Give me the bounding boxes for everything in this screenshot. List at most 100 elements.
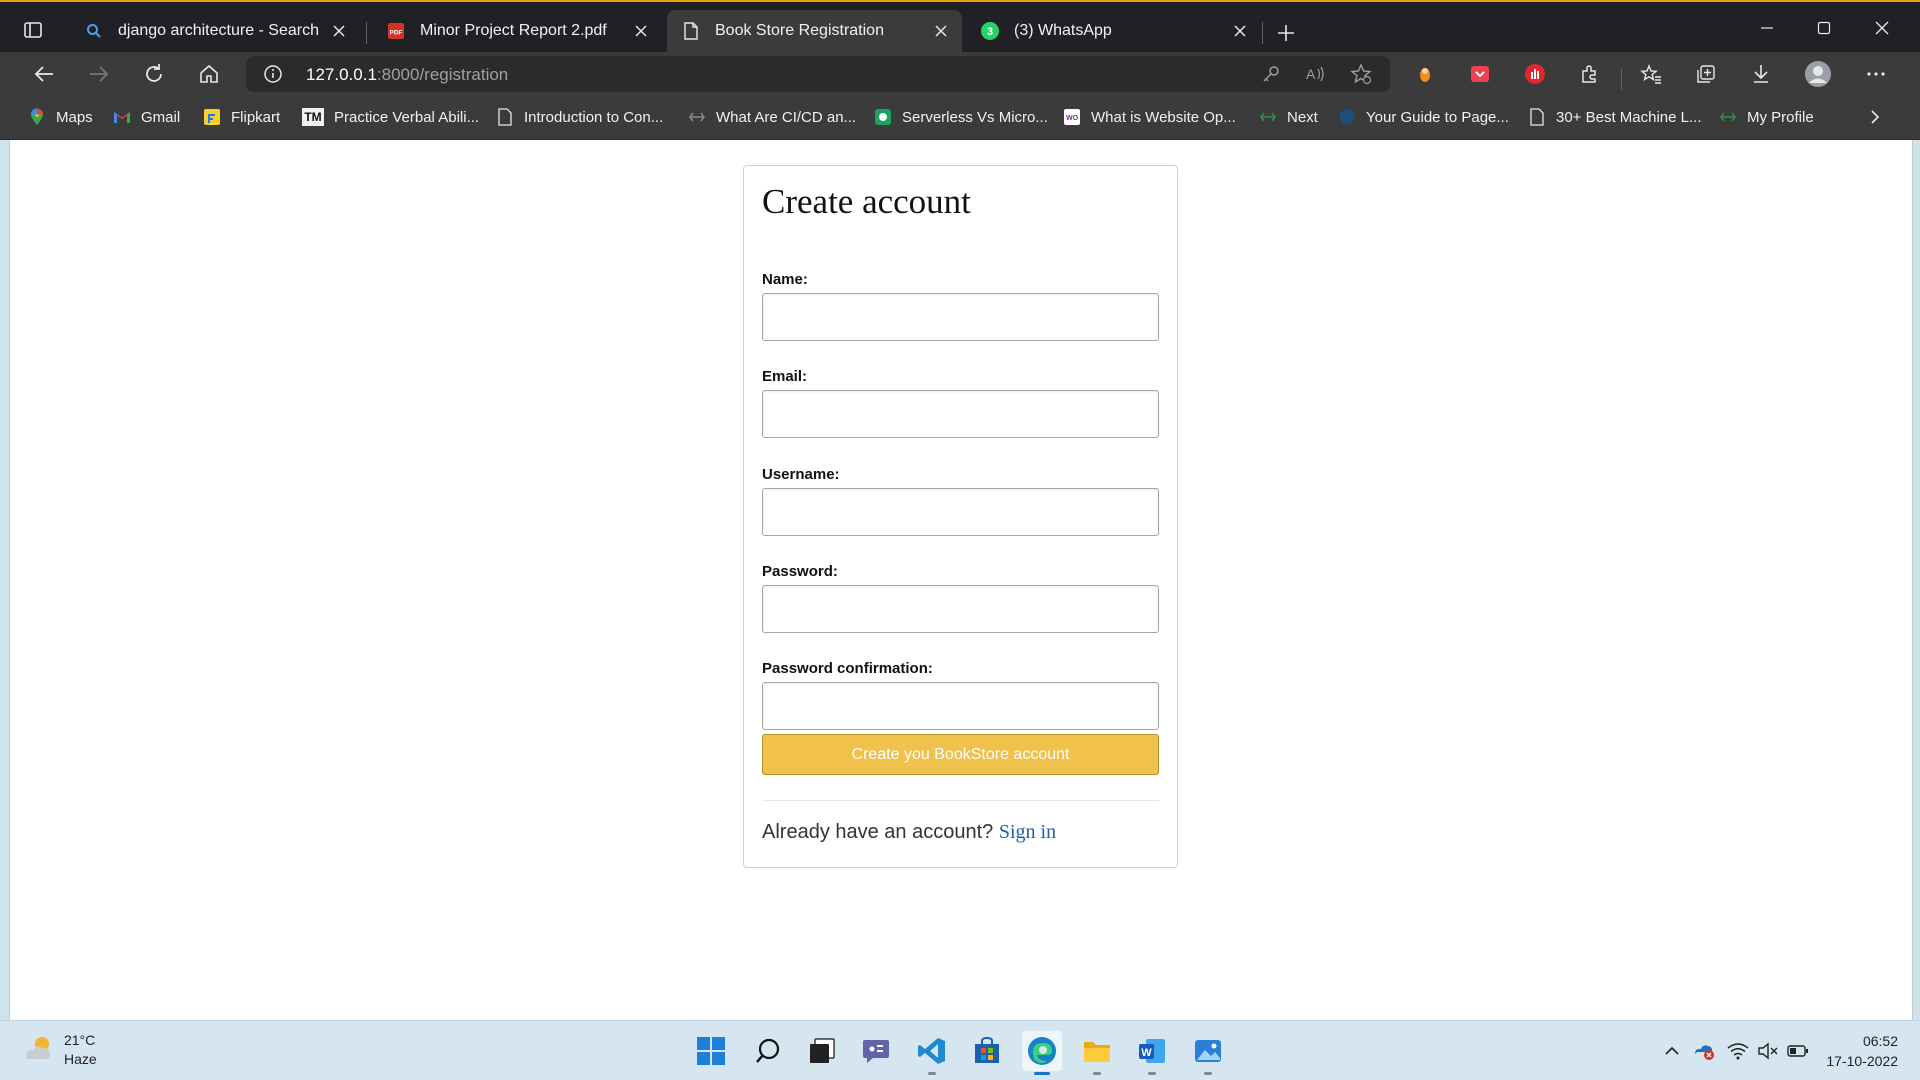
close-icon[interactable]: [630, 20, 652, 42]
tab-search[interactable]: django architecture - Search: [70, 10, 360, 52]
bookmark-guide-page[interactable]: Your Guide to Page...: [1338, 106, 1509, 128]
store-icon[interactable]: [967, 1031, 1007, 1071]
bookmark-introduction[interactable]: Introduction to Con...: [496, 106, 663, 128]
bookmark-label: Gmail: [141, 108, 181, 126]
page-icon: [1528, 108, 1546, 126]
tab-title: (3) WhatsApp: [1014, 22, 1112, 39]
password-input[interactable]: [762, 585, 1159, 633]
bookmark-website-op[interactable]: WO What is Website Op...: [1063, 106, 1236, 128]
windows-taskbar: 21°C Haze W 06:52 17-10-2022: [0, 1020, 1920, 1080]
maximize-icon[interactable]: [1801, 10, 1847, 46]
edge-icon[interactable]: [1022, 1031, 1062, 1075]
profile-avatar-icon[interactable]: [1802, 58, 1834, 90]
extension-honey-icon[interactable]: [1409, 58, 1441, 90]
sign-in-link[interactable]: Sign in: [999, 821, 1056, 843]
chevron-up-icon[interactable]: [1660, 1039, 1684, 1063]
site-icon: [874, 108, 892, 126]
close-icon[interactable]: [328, 20, 350, 42]
address-bar[interactable]: 127.0.0.1:8000/registration A: [246, 56, 1390, 92]
refresh-icon[interactable]: [138, 58, 170, 90]
wifi-icon[interactable]: [1726, 1039, 1750, 1063]
already-have-account-text: Already have an account?: [762, 821, 994, 843]
system-clock[interactable]: 06:52 17-10-2022: [1826, 1031, 1898, 1071]
page-viewport: Create account Name: Email: Username: Pa…: [9, 140, 1913, 1020]
tab-divider: [1262, 22, 1263, 44]
tab-actions-icon[interactable]: [18, 15, 48, 45]
bookmark-flipkart[interactable]: Flipkart: [203, 106, 280, 128]
svg-text:WO: WO: [1066, 115, 1079, 122]
shield-icon: [1338, 108, 1356, 126]
password-confirmation-label: Password confirmation:: [762, 660, 933, 677]
bookmark-label: Flipkart: [231, 108, 281, 126]
key-icon[interactable]: [1258, 61, 1284, 87]
weather-haze-icon: [22, 1033, 54, 1068]
bookmark-serverless[interactable]: Serverless Vs Micro...: [874, 106, 1048, 128]
read-aloud-icon[interactable]: A: [1303, 61, 1329, 87]
bookmark-label: What is Website Op...: [1091, 108, 1236, 126]
weather-temperature: 21°C: [64, 1032, 96, 1048]
speaker-muted-icon[interactable]: [1756, 1039, 1780, 1063]
back-icon[interactable]: [28, 58, 60, 90]
weather-widget[interactable]: 21°C Haze: [22, 1031, 97, 1069]
battery-icon[interactable]: [1786, 1039, 1810, 1063]
create-account-button[interactable]: Create you BookStore account: [762, 734, 1159, 775]
email-input[interactable]: [762, 390, 1159, 438]
password-confirmation-input[interactable]: [762, 682, 1159, 730]
task-view-icon[interactable]: [802, 1031, 842, 1071]
close-icon[interactable]: [930, 20, 952, 42]
weather-condition: Haze: [64, 1051, 97, 1067]
extension-adblock-icon[interactable]: [1519, 58, 1551, 90]
link-icon: [1259, 108, 1277, 126]
favorite-star-icon[interactable]: [1348, 61, 1374, 87]
username-input[interactable]: [762, 488, 1159, 536]
tab-whatsapp[interactable]: 3 (3) WhatsApp: [966, 10, 1261, 52]
clock-time: 06:52: [1862, 1033, 1898, 1049]
bookmark-practice-verbal[interactable]: TM Practice Verbal Abili...: [302, 106, 479, 128]
start-icon[interactable]: [691, 1031, 731, 1071]
page-title: Create account: [762, 182, 971, 221]
extension-pocket-icon[interactable]: [1464, 58, 1496, 90]
bookmark-maps[interactable]: Maps: [28, 106, 93, 128]
tab-book-store-registration[interactable]: Book Store Registration: [667, 10, 962, 52]
teams-chat-icon[interactable]: [856, 1031, 896, 1071]
bookmark-next[interactable]: Next: [1259, 106, 1318, 128]
bookmark-label: What Are CI/CD an...: [716, 108, 857, 126]
bookmark-machine-learning[interactable]: 30+ Best Machine L...: [1528, 106, 1702, 128]
favorites-icon[interactable]: [1635, 58, 1667, 90]
bookmark-my-profile[interactable]: My Profile: [1719, 106, 1814, 128]
collections-icon[interactable]: [1690, 58, 1722, 90]
running-indicator: [1034, 1072, 1050, 1075]
tab-strip: django architecture - Search PDF Minor P…: [0, 0, 1920, 52]
tab-pdf[interactable]: PDF Minor Project Report 2.pdf: [372, 10, 662, 52]
tm-icon: TM: [302, 108, 324, 126]
file-explorer-icon[interactable]: [1077, 1031, 1117, 1075]
bookmark-label: 30+ Best Machine L...: [1556, 108, 1702, 126]
onedrive-error-icon[interactable]: [1692, 1039, 1716, 1063]
bookmark-cicd[interactable]: What Are CI/CD an...: [688, 106, 856, 128]
more-menu-icon[interactable]: [1860, 58, 1892, 90]
bookmark-gmail[interactable]: Gmail: [113, 106, 180, 128]
vscode-icon[interactable]: [912, 1031, 952, 1075]
site-icon: WO: [1063, 108, 1081, 126]
running-indicator: [1093, 1072, 1101, 1075]
svg-text:A: A: [1306, 66, 1316, 82]
bookmark-label: Introduction to Con...: [524, 108, 664, 126]
photos-icon[interactable]: [1188, 1031, 1228, 1075]
home-icon[interactable]: [193, 58, 225, 90]
running-indicator: [1204, 1072, 1212, 1075]
forward-icon[interactable]: [83, 58, 115, 90]
search-icon[interactable]: [748, 1031, 788, 1071]
bookmarks-bar: Maps Gmail Flipkart TM Practice Verbal A…: [0, 96, 1920, 140]
bookmarks-overflow-chevron-icon[interactable]: [1868, 106, 1882, 128]
downloads-icon[interactable]: [1745, 58, 1777, 90]
close-icon[interactable]: [1229, 20, 1251, 42]
url-host: 127.0.0.1: [306, 65, 377, 84]
name-input[interactable]: [762, 293, 1159, 341]
tab-divider: [366, 22, 367, 44]
info-icon[interactable]: [262, 63, 284, 85]
minimize-icon[interactable]: [1744, 10, 1790, 46]
window-close-icon[interactable]: [1859, 10, 1905, 46]
new-tab-icon[interactable]: [1272, 19, 1300, 47]
extensions-puzzle-icon[interactable]: [1574, 58, 1606, 90]
word-icon[interactable]: W: [1132, 1031, 1172, 1075]
